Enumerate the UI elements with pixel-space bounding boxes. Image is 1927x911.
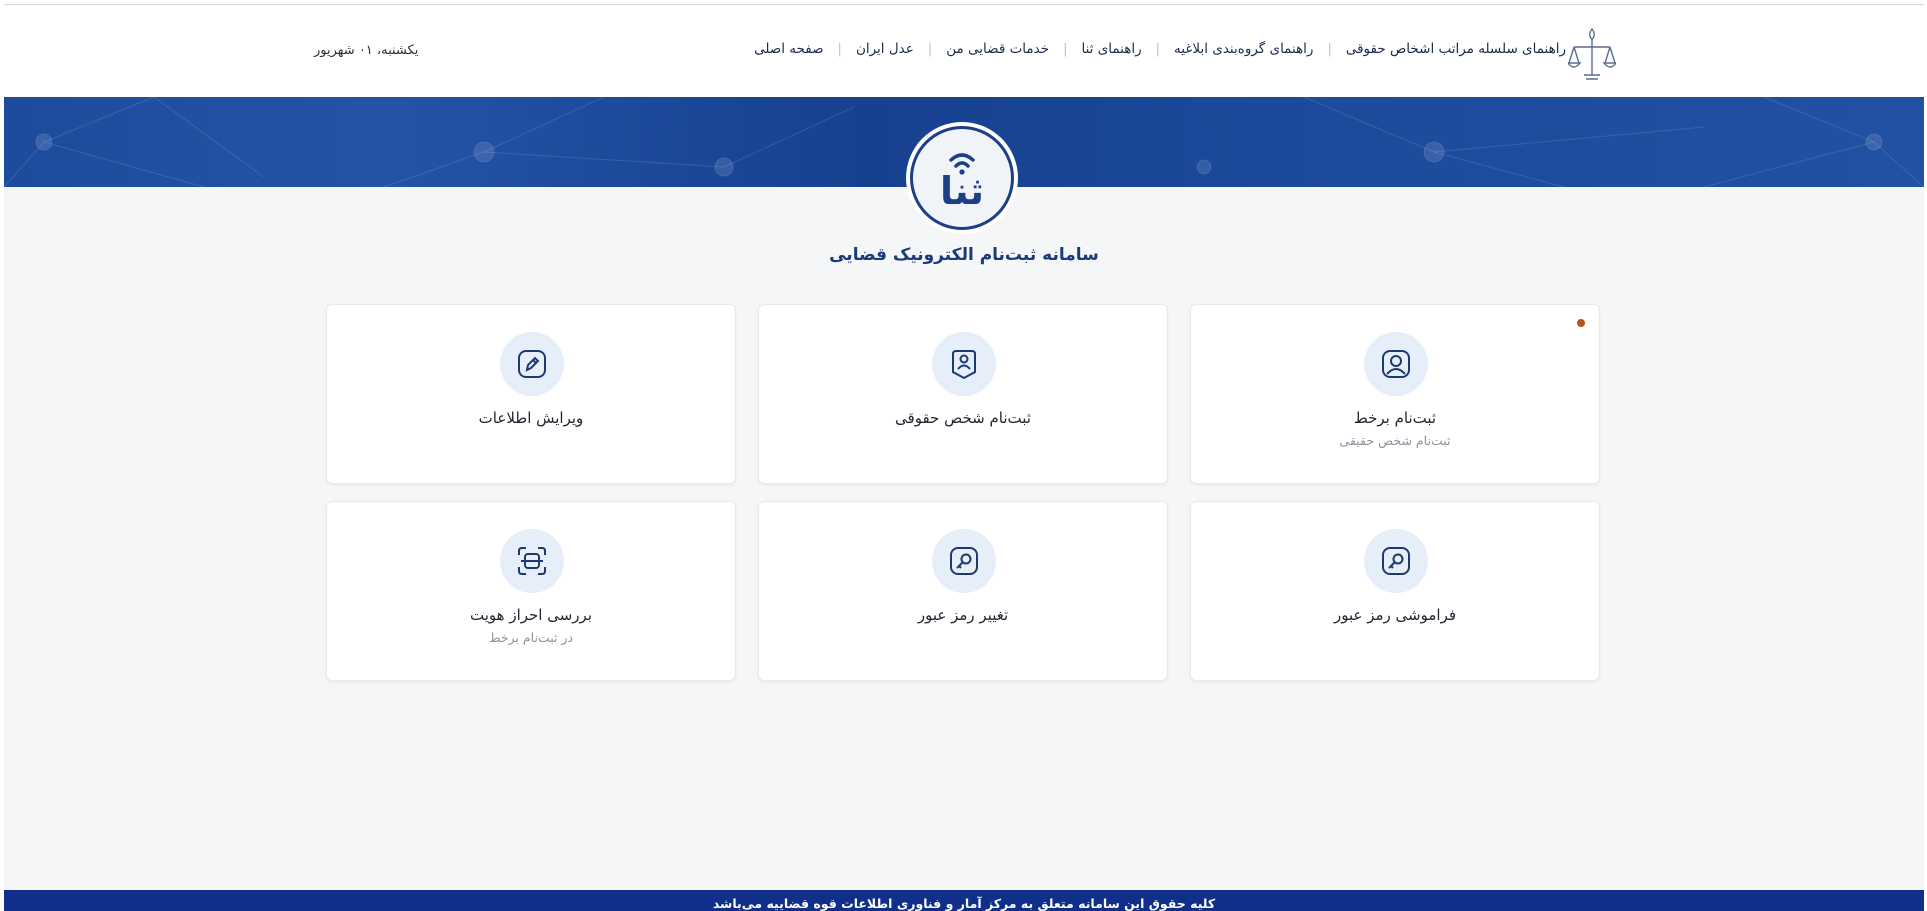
key-icon: [932, 529, 996, 593]
card-edit-information[interactable]: ویرایش اطلاعات: [326, 304, 736, 484]
current-date: یکشنبه، ۰۱ شهریور: [314, 43, 419, 58]
card-legal-entity-registration[interactable]: ثبت‌نام شخص حقوقی: [758, 304, 1168, 484]
sana-logo: ثنا: [910, 126, 1014, 230]
nav-separator: |: [837, 41, 842, 57]
svg-text:ثنا: ثنا: [940, 169, 984, 210]
nav-separator: |: [1063, 41, 1068, 57]
card-label: تغییر رمز عبور: [917, 606, 1009, 624]
nav-adl-iran[interactable]: عدل ایران: [856, 41, 914, 57]
key-icon: [1364, 529, 1428, 593]
nav-separator: |: [927, 41, 933, 57]
card-identity-verification-check[interactable]: بررسی احراز هویت در ثبت‌نام برخط: [326, 501, 736, 681]
page-frame: یکشنبه، ۰۱ شهریور صفحه اصلی | عدل ایران …: [4, 4, 1924, 911]
nav-separator: |: [1155, 41, 1161, 57]
main-nav: صفحه اصلی | عدل ایران | خدمات قضایی من |…: [754, 41, 1566, 57]
scan-identity-icon: [500, 529, 564, 593]
judiciary-scales-logo[interactable]: [1566, 25, 1618, 81]
nav-my-judicial-services[interactable]: خدمات قضایی من: [946, 41, 1049, 57]
card-label: ثبت‌نام شخص حقوقی: [895, 409, 1031, 427]
card-forgot-password[interactable]: فراموشی رمز عبور: [1190, 501, 1600, 681]
card-label: فراموشی رمز عبور: [1333, 606, 1457, 624]
nav-notice-grouping-guide[interactable]: راهنمای گروه‌بندی ابلاغیه: [1174, 41, 1313, 57]
page-title: سامانه ثبت‌نام الکترونیک قضایی: [829, 245, 1099, 265]
top-header: یکشنبه، ۰۱ شهریور صفحه اصلی | عدل ایران …: [4, 5, 1924, 97]
nav-separator: |: [1327, 41, 1332, 57]
nav-legal-entity-hierarchy-guide[interactable]: راهنمای سلسله مراتب اشخاص حقوقی: [1346, 41, 1566, 57]
card-label: ثبت‌نام برخط: [1353, 409, 1437, 427]
sana-wifi-icon: ثنا: [940, 153, 984, 210]
card-sublabel: ثبت‌نام شخص حقیقی: [1339, 433, 1451, 448]
card-label: ویرایش اطلاعات: [478, 409, 584, 427]
copyright-footer: کلیه حقوق این سامانه متعلق به مرکز آمار …: [4, 890, 1924, 911]
card-label: بررسی احراز هویت: [470, 606, 592, 624]
id-badge-icon: [932, 332, 996, 396]
card-sublabel: در ثبت‌نام برخط: [488, 630, 574, 645]
notification-dot: [1577, 319, 1585, 327]
nav-sana-guide[interactable]: راهنمای ثنا: [1081, 41, 1141, 57]
nav-home[interactable]: صفحه اصلی: [754, 41, 823, 57]
card-online-registration[interactable]: ثبت‌نام برخط ثبت‌نام شخص حقیقی: [1190, 304, 1600, 484]
edit-pencil-icon: [500, 332, 564, 396]
user-profile-icon: [1364, 332, 1428, 396]
card-change-password[interactable]: تغییر رمز عبور: [758, 501, 1168, 681]
